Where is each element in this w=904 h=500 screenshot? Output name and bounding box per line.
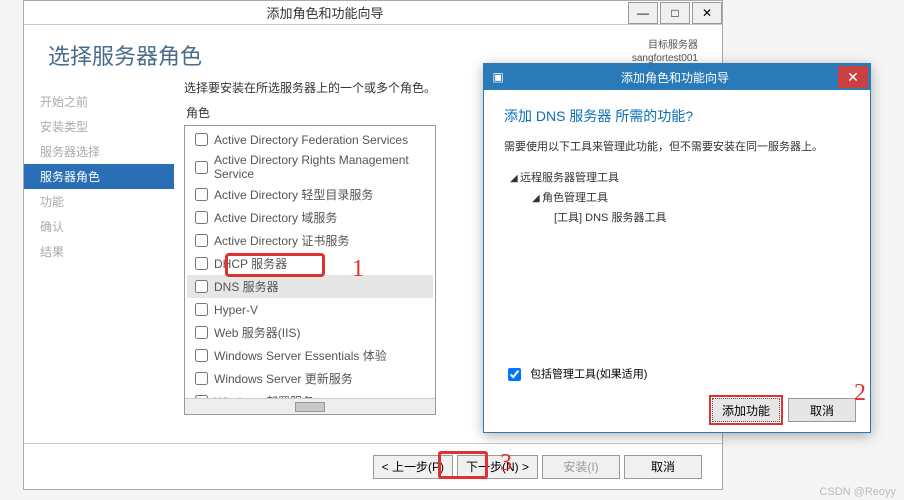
include-tools-checkbox[interactable]: [508, 368, 521, 381]
role-wsus[interactable]: Windows Server 更新服务: [187, 367, 433, 390]
role-dns[interactable]: DNS 服务器: [187, 275, 433, 298]
role-adfs[interactable]: Active Directory Federation Services: [187, 128, 433, 151]
cancel-button[interactable]: 取消: [624, 455, 702, 479]
annotation-number-1: 1: [352, 256, 364, 283]
role-adcs[interactable]: Active Directory 证书服务: [187, 229, 433, 252]
maximize-button[interactable]: □: [660, 2, 690, 24]
dialog-text: 需要使用以下工具来管理此功能，但不需要安装在同一服务器上。: [504, 140, 850, 155]
wizard-footer: < 上一步(P) 下一步(N) > 安装(I) 取消: [24, 443, 722, 489]
nav-before-you-begin[interactable]: 开始之前: [24, 89, 174, 114]
install-button[interactable]: 安装(I): [542, 455, 620, 479]
role-checkbox[interactable]: [195, 349, 208, 362]
role-checkbox[interactable]: [195, 234, 208, 247]
tree-item[interactable]: ◢角色管理工具: [504, 189, 850, 209]
role-checkbox[interactable]: [195, 133, 208, 146]
dialog-cancel-button[interactable]: 取消: [788, 398, 856, 422]
main-window-title: 添加角色和功能向导: [24, 3, 626, 22]
add-features-button[interactable]: 添加功能: [712, 398, 780, 422]
nav-server-selection[interactable]: 服务器选择: [24, 139, 174, 164]
wizard-icon: ▣: [488, 67, 508, 87]
role-checkbox[interactable]: [195, 161, 208, 174]
main-titlebar: 添加角色和功能向导 — □ ✕: [24, 1, 722, 25]
roles-listbox[interactable]: Active Directory Federation Services Act…: [184, 125, 436, 415]
annotation-number-2: 2: [854, 380, 866, 407]
nav-installation-type[interactable]: 安装类型: [24, 114, 174, 139]
dialog-title: 添加角色和功能向导: [512, 69, 838, 86]
role-iis[interactable]: Web 服务器(IIS): [187, 321, 433, 344]
dialog-close-button[interactable]: ✕: [838, 66, 868, 88]
annotation-number-3: 3: [500, 450, 512, 477]
page-title: 选择服务器角色: [48, 39, 202, 71]
dialog-heading: 添加 DNS 服务器 所需的功能?: [504, 106, 850, 126]
role-checkbox[interactable]: [195, 326, 208, 339]
tree-item[interactable]: ◢远程服务器管理工具: [504, 169, 850, 189]
role-checkbox[interactable]: [195, 188, 208, 201]
nav-confirmation[interactable]: 确认: [24, 214, 174, 239]
include-tools-checkbox-row[interactable]: 包括管理工具(如果适用): [504, 365, 647, 384]
role-checkbox[interactable]: [195, 211, 208, 224]
nav-results[interactable]: 结果: [24, 239, 174, 264]
add-features-dialog: ▣ 添加角色和功能向导 ✕ 添加 DNS 服务器 所需的功能? 需要使用以下工具…: [483, 63, 871, 433]
close-button[interactable]: ✕: [692, 2, 722, 24]
role-essentials[interactable]: Windows Server Essentials 体验: [187, 344, 433, 367]
prev-button[interactable]: < 上一步(P): [373, 455, 453, 479]
minimize-button[interactable]: —: [628, 2, 658, 24]
role-checkbox[interactable]: [195, 303, 208, 316]
role-dhcp[interactable]: DHCP 服务器: [187, 252, 433, 275]
role-adds[interactable]: Active Directory 域服务: [187, 206, 433, 229]
features-tree: ◢远程服务器管理工具 ◢角色管理工具 [工具] DNS 服务器工具: [504, 169, 850, 228]
next-button[interactable]: 下一步(N) >: [457, 455, 538, 479]
wizard-nav-sidebar: 开始之前 安装类型 服务器选择 服务器角色 功能 确认 结果: [24, 79, 174, 449]
horizontal-scrollbar[interactable]: [185, 398, 435, 414]
tree-item[interactable]: [工具] DNS 服务器工具: [504, 209, 850, 229]
role-checkbox[interactable]: [195, 372, 208, 385]
nav-features[interactable]: 功能: [24, 189, 174, 214]
role-hyperv[interactable]: Hyper-V: [187, 298, 433, 321]
watermark: CSDN @Reoyy: [819, 486, 896, 498]
nav-server-roles[interactable]: 服务器角色: [24, 164, 174, 189]
destination-server: 目标服务器 sangfortest001: [632, 39, 698, 65]
role-adlds[interactable]: Active Directory 轻型目录服务: [187, 183, 433, 206]
role-adrms[interactable]: Active Directory Rights Management Servi…: [187, 151, 433, 183]
dialog-titlebar: ▣ 添加角色和功能向导 ✕: [484, 64, 870, 90]
role-checkbox[interactable]: [195, 280, 208, 293]
role-checkbox[interactable]: [195, 257, 208, 270]
